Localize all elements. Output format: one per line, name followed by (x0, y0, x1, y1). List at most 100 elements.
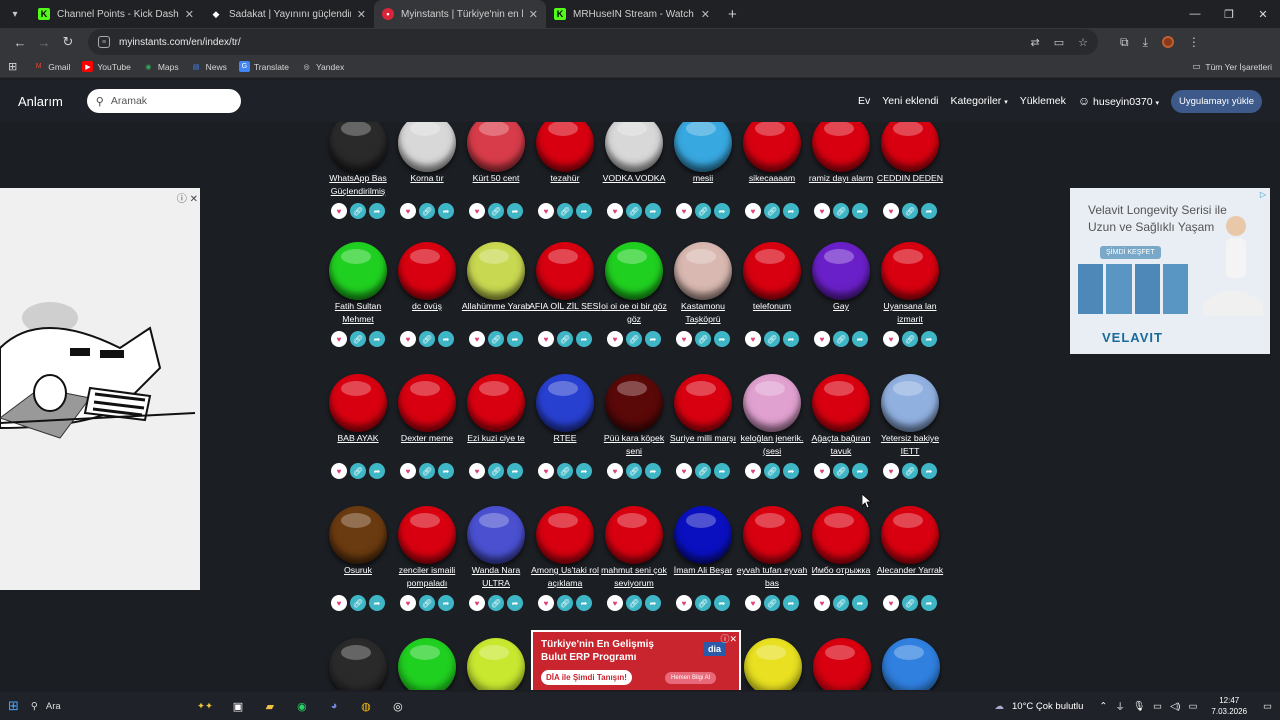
usb-icon[interactable]: ⏚ (1115, 699, 1125, 713)
instant-label[interactable]: Püü kara köpek seni (598, 432, 670, 458)
link-icon[interactable]: 🔗︎ (557, 331, 573, 347)
instant-label[interactable]: mesii (667, 172, 739, 198)
share-icon[interactable]: ➦ (783, 463, 799, 479)
instant-play-button[interactable] (812, 122, 870, 172)
share-icon[interactable]: ➦ (369, 595, 385, 611)
clock[interactable]: 12:47 7.03.2026 (1211, 695, 1247, 717)
instant-play-button[interactable] (536, 242, 594, 300)
instant-play-button[interactable] (881, 122, 939, 172)
whatsapp-icon[interactable]: ◉ (293, 697, 311, 715)
favorite-heart-icon[interactable]: ♥ (745, 463, 761, 479)
restore-icon[interactable]: ❐ (1212, 0, 1246, 28)
instant-play-button[interactable] (882, 638, 940, 690)
instant-play-button[interactable] (398, 506, 456, 564)
site-info-icon[interactable]: ≡ (98, 36, 110, 48)
link-icon[interactable]: 🔗︎ (764, 203, 780, 219)
instant-label[interactable]: tezahür (529, 172, 601, 198)
favorite-heart-icon[interactable]: ♥ (607, 463, 623, 479)
favorite-heart-icon[interactable]: ♥ (607, 331, 623, 347)
favorite-heart-icon[interactable]: ♥ (538, 463, 554, 479)
share-icon[interactable]: ➦ (369, 463, 385, 479)
bottom-ad-cta[interactable]: DİA ile Şimdi Tanışın! (541, 670, 632, 685)
share-icon[interactable]: ➦ (507, 331, 523, 347)
bookmark-youtube[interactable]: ▶ YouTube (82, 61, 131, 72)
link-icon[interactable]: 🔗︎ (557, 463, 573, 479)
share-icon[interactable]: ➦ (507, 463, 523, 479)
instant-label[interactable]: Suriye milli marşı (667, 432, 739, 458)
back-icon[interactable]: ← (8, 35, 32, 50)
favorite-heart-icon[interactable]: ♥ (607, 203, 623, 219)
link-icon[interactable]: 🔗︎ (764, 331, 780, 347)
favorite-heart-icon[interactable]: ♥ (400, 331, 416, 347)
instant-label[interactable]: Among Us'taki rol açıklama (529, 564, 601, 590)
close-window-icon[interactable]: ✕ (1246, 0, 1280, 28)
instant-play-button[interactable] (605, 242, 663, 300)
search-input[interactable]: ⚲ Aramak (86, 89, 241, 113)
instant-play-button[interactable] (812, 506, 870, 564)
instant-play-button[interactable] (329, 122, 387, 172)
ad-close-icon[interactable]: ⓘ ✕ (177, 190, 198, 205)
instant-label[interactable]: Имбо отрыжка (805, 564, 877, 590)
share-icon[interactable]: ➦ (576, 203, 592, 219)
link-icon[interactable]: 🔗︎ (695, 203, 711, 219)
link-icon[interactable]: 🔗︎ (557, 595, 573, 611)
link-icon[interactable]: 🔗︎ (488, 203, 504, 219)
instant-play-button[interactable] (813, 638, 871, 690)
favorite-heart-icon[interactable]: ♥ (469, 203, 485, 219)
favorite-heart-icon[interactable]: ♥ (400, 463, 416, 479)
tab-1[interactable]: ◆ Sadakat | Yayınını güçlendirmek ✕ (202, 0, 374, 28)
instant-play-button[interactable] (881, 242, 939, 300)
instant-play-button[interactable] (881, 506, 939, 564)
weather-icon[interactable]: ☁ (995, 701, 1005, 712)
extensions-icon[interactable]: ⧉ (1120, 35, 1129, 50)
favorite-heart-icon[interactable]: ♥ (400, 595, 416, 611)
bottom-ad[interactable]: Türkiye'nin En Gelişmiş Bulut ERP Progra… (531, 630, 741, 690)
favorite-heart-icon[interactable]: ♥ (883, 331, 899, 347)
close-icon[interactable]: ✕ (529, 8, 538, 21)
favorite-heart-icon[interactable]: ♥ (469, 463, 485, 479)
favorite-heart-icon[interactable]: ♥ (538, 331, 554, 347)
share-icon[interactable]: ➦ (783, 595, 799, 611)
instant-play-button[interactable] (812, 374, 870, 432)
share-icon[interactable]: ➦ (438, 203, 454, 219)
favorite-heart-icon[interactable]: ♥ (331, 463, 347, 479)
share-icon[interactable]: ➦ (714, 595, 730, 611)
instant-label[interactable]: Allahümme Yarab (460, 300, 532, 326)
instant-play-button[interactable] (329, 638, 387, 690)
share-icon[interactable]: ➦ (369, 331, 385, 347)
favorite-heart-icon[interactable]: ♥ (745, 203, 761, 219)
nav-user[interactable]: ☺ huseyin0370 ▾ (1078, 94, 1159, 108)
new-tab-button[interactable]: + (728, 6, 737, 23)
notifications-icon[interactable]: ▭ (1263, 701, 1272, 712)
share-icon[interactable]: ➦ (921, 463, 937, 479)
forward-icon[interactable]: → (32, 35, 56, 50)
favorite-heart-icon[interactable]: ♥ (883, 595, 899, 611)
link-icon[interactable]: 🔗︎ (488, 463, 504, 479)
address-bar[interactable]: ≡ myinstants.com/en/index/tr/ ⇄ ▭ ☆ (88, 29, 1098, 55)
instant-label[interactable]: AFIA OİL ZİL SESİ (529, 300, 601, 326)
instant-play-button[interactable] (674, 374, 732, 432)
site-logo[interactable]: Anlarım (18, 94, 63, 109)
link-icon[interactable]: 🔗︎ (902, 203, 918, 219)
instant-play-button[interactable] (812, 242, 870, 300)
favorite-heart-icon[interactable]: ♥ (469, 595, 485, 611)
link-icon[interactable]: 🔗︎ (902, 331, 918, 347)
link-icon[interactable]: 🔗︎ (419, 203, 435, 219)
tab-2[interactable]: • Myinstants | Türkiye'nin en büyük ✕ (374, 0, 546, 28)
favorite-heart-icon[interactable]: ♥ (814, 203, 830, 219)
instant-label[interactable]: Kastamonu Taşköprü (667, 300, 739, 326)
star-icon[interactable]: ☆ (1078, 36, 1088, 49)
share-icon[interactable]: ➦ (921, 203, 937, 219)
share-icon[interactable]: ➦ (645, 203, 661, 219)
instant-label[interactable]: Fatih Sultan Mehmet (322, 300, 394, 326)
instant-label[interactable]: VODKA VODKA (598, 172, 670, 198)
close-icon[interactable]: ✕ (701, 8, 710, 21)
tab-0[interactable]: K Channel Points - Kick Dashboard ✕ (30, 0, 202, 28)
favorite-heart-icon[interactable]: ♥ (676, 463, 692, 479)
bookmark-news[interactable]: ▤ News (191, 61, 227, 72)
instant-play-button[interactable] (467, 122, 525, 172)
share-icon[interactable]: ➦ (438, 463, 454, 479)
instant-play-button[interactable] (674, 122, 732, 172)
favorite-heart-icon[interactable]: ♥ (814, 595, 830, 611)
link-icon[interactable]: 🔗︎ (350, 203, 366, 219)
